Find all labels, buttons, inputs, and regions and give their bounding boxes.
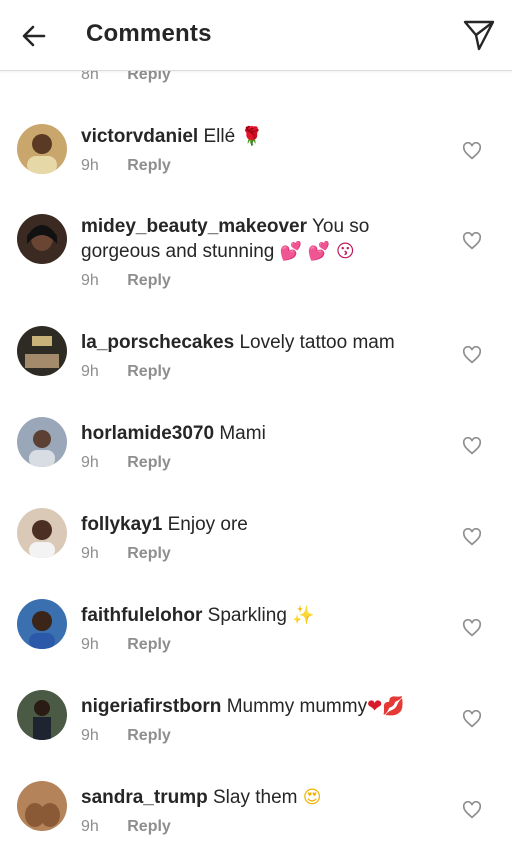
comment-text: Lovely tattoo mam bbox=[239, 332, 395, 353]
reply-button[interactable]: Reply bbox=[127, 818, 171, 835]
comment-username[interactable]: faithfulelohor bbox=[81, 605, 202, 626]
rose-emoji: 🌹 bbox=[240, 126, 263, 147]
avatar[interactable] bbox=[17, 124, 67, 174]
like-heart-icon[interactable] bbox=[462, 437, 482, 455]
reply-button[interactable]: Reply bbox=[127, 157, 171, 174]
page-title: Comments bbox=[86, 20, 212, 47]
avatar[interactable] bbox=[17, 417, 67, 467]
avatar[interactable] bbox=[17, 508, 67, 558]
hearts-kiss-emoji: 💕 💕 😗 bbox=[279, 241, 355, 262]
comment-username[interactable]: la_porschecakes bbox=[81, 332, 234, 353]
comment-time: 9h bbox=[81, 272, 99, 289]
avatar[interactable] bbox=[17, 326, 67, 376]
comment-time: 9h bbox=[81, 454, 99, 471]
comment-text: Sparkling bbox=[207, 605, 293, 626]
like-heart-icon[interactable] bbox=[462, 710, 482, 728]
comment-username[interactable]: midey_beauty_makeover bbox=[81, 216, 307, 237]
like-heart-icon[interactable] bbox=[462, 232, 482, 250]
heart-kiss-emoji: ❤💋 bbox=[367, 696, 405, 717]
heart-eyes-emoji: 😍 bbox=[302, 787, 322, 808]
avatar[interactable] bbox=[17, 599, 67, 649]
comment-text: Mami bbox=[219, 423, 266, 444]
header-bar: Comments bbox=[0, 0, 512, 71]
comment-username[interactable]: horlamide3070 bbox=[81, 423, 214, 444]
comment-time: 9h bbox=[81, 157, 99, 174]
sparkles-emoji: ✨ bbox=[292, 605, 315, 626]
comment-time: 9h bbox=[81, 363, 99, 380]
comment-time: 9h bbox=[81, 545, 99, 562]
like-heart-icon[interactable] bbox=[462, 801, 482, 819]
comment-username[interactable]: sandra_trump bbox=[81, 787, 208, 808]
comment-text: Mummy mummy bbox=[226, 696, 368, 717]
reply-button[interactable]: Reply bbox=[127, 545, 171, 562]
comment-username[interactable]: nigeriafirstborn bbox=[81, 696, 221, 717]
comment-username[interactable]: victorvdaniel bbox=[81, 126, 198, 147]
arrow-left-icon[interactable] bbox=[18, 20, 50, 52]
like-heart-icon[interactable] bbox=[462, 528, 482, 546]
reply-button[interactable]: Reply bbox=[127, 727, 171, 744]
comment-text: Enjoy ore bbox=[167, 514, 248, 535]
like-heart-icon[interactable] bbox=[462, 619, 482, 637]
avatar[interactable] bbox=[17, 214, 67, 264]
comment-username[interactable]: follykay1 bbox=[81, 514, 162, 535]
reply-button[interactable]: Reply bbox=[127, 272, 171, 289]
like-heart-icon[interactable] bbox=[462, 346, 482, 364]
avatar[interactable] bbox=[17, 690, 67, 740]
like-heart-icon[interactable] bbox=[462, 142, 482, 160]
comment-text: Ellé bbox=[203, 126, 241, 147]
reply-button[interactable]: Reply bbox=[127, 636, 171, 653]
comments-list[interactable]: 8h Reply victorvdaniel Ellé 🌹 9h Reply m… bbox=[0, 0, 512, 849]
comment-time: 9h bbox=[81, 727, 99, 744]
comment-text: Slay them bbox=[212, 787, 303, 808]
comment-time: 9h bbox=[81, 818, 99, 835]
paper-plane-icon[interactable] bbox=[462, 18, 496, 52]
avatar[interactable] bbox=[17, 781, 67, 831]
comment-time: 9h bbox=[81, 636, 99, 653]
reply-button[interactable]: Reply bbox=[127, 454, 171, 471]
reply-button[interactable]: Reply bbox=[127, 363, 171, 380]
